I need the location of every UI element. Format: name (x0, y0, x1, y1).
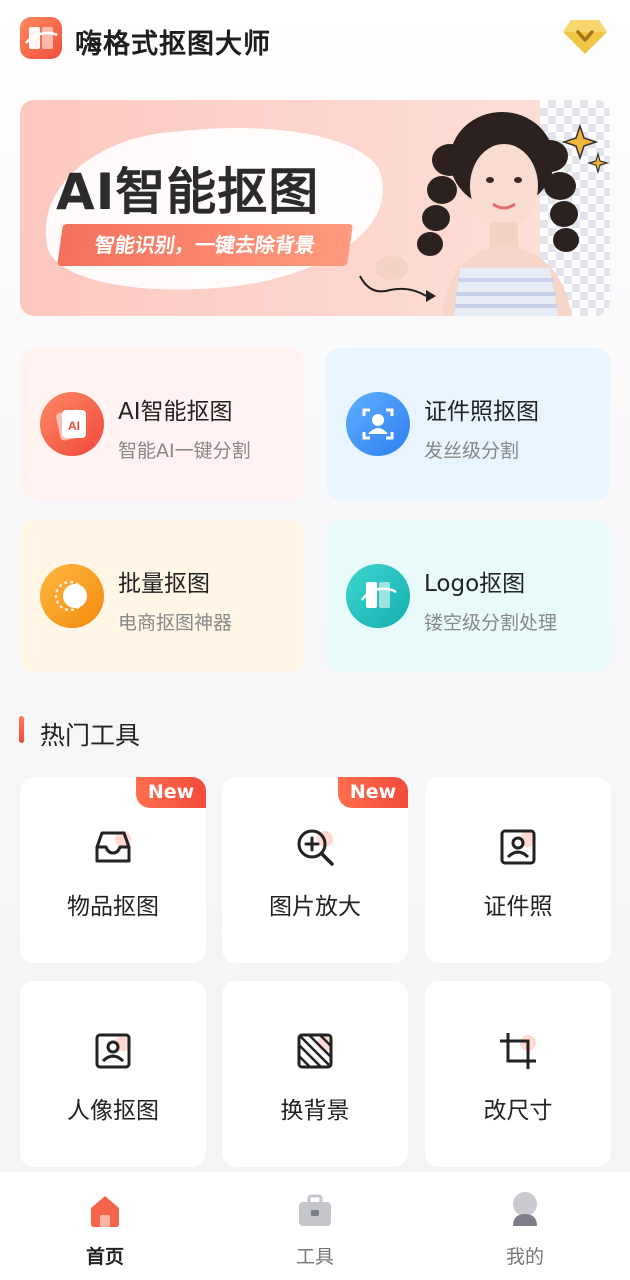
feature-subtitle: 发丝级分割 (424, 440, 520, 462)
feature-card-id-photo[interactable]: 证件照抠图 发丝级分割 (326, 348, 610, 500)
vip-diamond-icon[interactable] (562, 16, 608, 56)
new-badge: New (338, 777, 408, 808)
tool-item-resize[interactable]: 改尺寸 (425, 981, 611, 1167)
banner-title: AI智能抠图 (56, 163, 320, 221)
feature-title: 证件照抠图 (424, 399, 539, 425)
feature-subtitle: 智能AI一键分割 (118, 440, 251, 462)
profile-icon (513, 1192, 537, 1226)
feature-title: AI智能抠图 (118, 399, 233, 425)
toolbox-icon (299, 1194, 331, 1226)
tool-item-portrait[interactable]: 人像抠图 (20, 981, 206, 1167)
svg-text:AI: AI (68, 419, 80, 433)
hatched-square-icon (297, 1033, 333, 1069)
tool-label: 换背景 (280, 1098, 350, 1124)
ai-cutout-icon: AI (40, 392, 104, 456)
portrait-frame-icon (500, 829, 536, 865)
tool-label: 改尺寸 (483, 1098, 553, 1124)
tab-tools[interactable]: 工具 (255, 1172, 375, 1280)
feature-title: 批量抠图 (118, 571, 210, 597)
banner-subtitle: 智能识别，一键去除背景 (57, 224, 353, 266)
batch-icon (40, 564, 104, 628)
tool-label: 人像抠图 (67, 1098, 159, 1124)
feature-card-batch[interactable]: 批量抠图 电商抠图神器 (20, 520, 304, 672)
feature-title: Logo抠图 (424, 571, 526, 597)
zoom-in-icon (297, 829, 334, 866)
tab-profile[interactable]: 我的 (465, 1172, 585, 1280)
tab-home[interactable]: 首页 (45, 1172, 165, 1280)
tab-label: 首页 (85, 1246, 124, 1268)
app-title: 嗨格式抠图大师 (75, 29, 271, 60)
bottom-tab-bar: 首页 工具 我的 (0, 1172, 630, 1280)
tool-label: 图片放大 (269, 894, 361, 920)
tool-item-cutout[interactable]: New 物品抠图 (20, 777, 206, 963)
portrait-frame-icon (95, 1033, 131, 1069)
feature-card-ai-cutout[interactable]: AI AI智能抠图 智能AI一键分割 (20, 348, 304, 500)
tray-icon (95, 831, 131, 863)
banner-model-illustration (359, 112, 610, 316)
app-header: 嗨格式抠图大师 (0, 0, 630, 80)
tool-label: 证件照 (483, 894, 553, 920)
section-marker (19, 716, 24, 743)
home-icon (91, 1196, 119, 1227)
tool-item-background[interactable]: 换背景 (222, 981, 408, 1167)
tab-label: 工具 (295, 1246, 334, 1268)
id-photo-icon (346, 392, 410, 456)
crop-icon (500, 1033, 536, 1069)
feature-card-logo[interactable]: Logo抠图 镂空级分割处理 (326, 520, 610, 672)
feature-subtitle: 镂空级分割处理 (424, 612, 558, 634)
logo-icon (346, 564, 410, 628)
feature-subtitle: 电商抠图神器 (118, 612, 233, 634)
new-badge: New (136, 777, 206, 808)
section-title: 热门工具 (40, 721, 141, 750)
app-logo (20, 17, 62, 59)
tab-label: 我的 (505, 1246, 544, 1268)
tool-item-id-photo[interactable]: 证件照 (425, 777, 611, 963)
promo-banner[interactable]: AI智能抠图 智能识别，一键去除背景 (20, 100, 610, 316)
tool-item-enlarge[interactable]: New 图片放大 (222, 777, 408, 963)
tool-label: 物品抠图 (67, 894, 159, 920)
